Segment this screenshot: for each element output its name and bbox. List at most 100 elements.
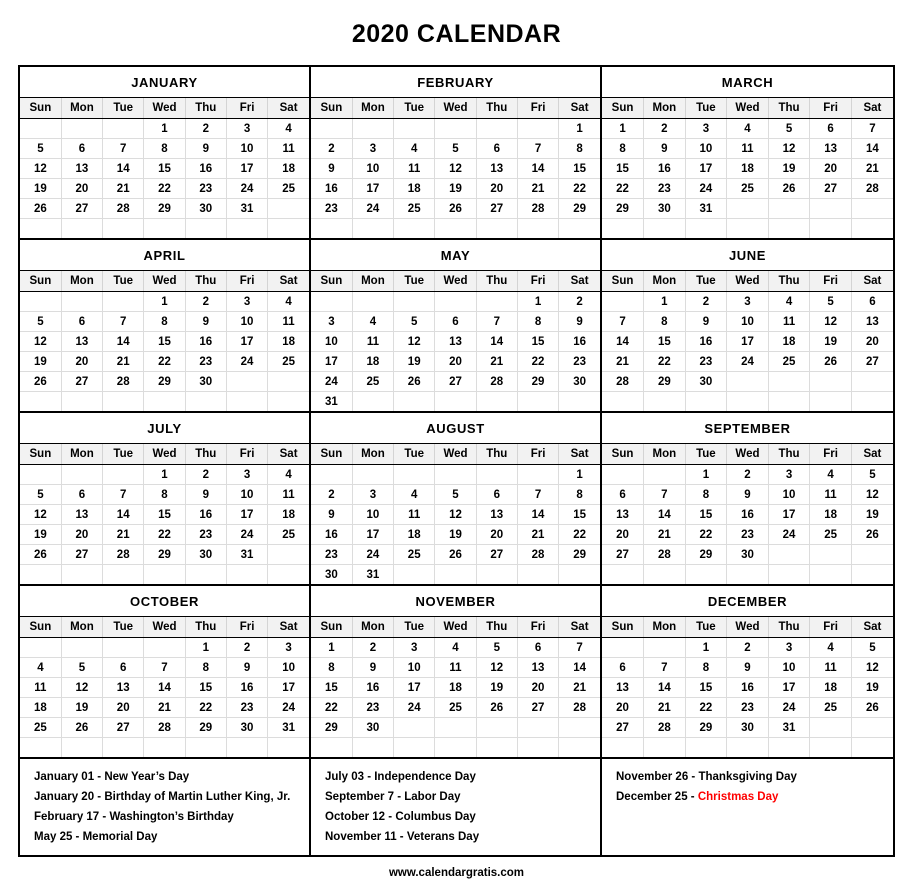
day-cell[interactable]: 17 <box>226 158 269 179</box>
day-cell[interactable]: 24 <box>768 697 811 718</box>
day-cell[interactable]: 20 <box>851 331 893 352</box>
day-cell[interactable]: 1 <box>602 118 645 139</box>
day-cell[interactable]: 29 <box>558 198 600 219</box>
day-cell[interactable]: 25 <box>267 524 309 545</box>
day-cell[interactable]: 23 <box>558 351 600 372</box>
day-cell[interactable]: 28 <box>102 544 145 565</box>
day-cell[interactable]: 31 <box>311 391 353 411</box>
day-cell[interactable]: 13 <box>102 677 145 698</box>
day-cell[interactable]: 29 <box>143 371 186 392</box>
day-cell[interactable]: 11 <box>726 138 769 159</box>
day-cell[interactable]: 17 <box>352 178 395 199</box>
day-cell[interactable]: 8 <box>143 138 186 159</box>
day-cell[interactable]: 26 <box>851 697 893 718</box>
day-cell[interactable]: 11 <box>393 158 436 179</box>
day-cell[interactable]: 15 <box>685 677 728 698</box>
day-cell[interactable]: 7 <box>851 118 893 139</box>
day-cell[interactable]: 8 <box>558 138 600 159</box>
day-cell[interactable]: 17 <box>685 158 728 179</box>
day-cell[interactable]: 24 <box>685 178 728 199</box>
day-cell[interactable]: 4 <box>20 657 62 678</box>
day-cell[interactable]: 30 <box>726 544 769 565</box>
day-cell[interactable]: 29 <box>643 371 686 392</box>
day-cell[interactable]: 6 <box>602 657 645 678</box>
day-cell[interactable]: 28 <box>476 371 518 392</box>
day-cell[interactable]: 13 <box>61 331 104 352</box>
day-cell[interactable]: 3 <box>726 291 769 312</box>
day-cell[interactable]: 15 <box>143 158 186 179</box>
day-cell[interactable]: 21 <box>517 178 560 199</box>
day-cell[interactable]: 6 <box>476 138 518 159</box>
day-cell[interactable]: 14 <box>476 331 518 352</box>
day-cell[interactable]: 27 <box>809 178 852 199</box>
day-cell[interactable]: 4 <box>809 637 852 658</box>
day-cell[interactable]: 28 <box>102 198 145 219</box>
day-cell[interactable]: 2 <box>558 291 600 312</box>
day-cell[interactable]: 21 <box>602 351 645 372</box>
day-cell[interactable]: 9 <box>685 311 728 332</box>
day-cell[interactable]: 16 <box>185 158 227 179</box>
day-cell[interactable]: 28 <box>558 697 600 718</box>
day-cell[interactable]: 29 <box>558 544 600 565</box>
day-cell[interactable]: 21 <box>102 351 145 372</box>
day-cell[interactable]: 22 <box>643 351 686 372</box>
day-cell[interactable]: 13 <box>476 158 518 179</box>
day-cell[interactable]: 20 <box>476 524 518 545</box>
day-cell[interactable]: 23 <box>726 524 769 545</box>
day-cell[interactable]: 3 <box>226 464 269 485</box>
day-cell[interactable]: 8 <box>185 657 227 678</box>
day-cell[interactable]: 27 <box>517 697 560 718</box>
day-cell[interactable]: 31 <box>267 717 309 738</box>
day-cell[interactable]: 5 <box>809 291 852 312</box>
day-cell[interactable]: 28 <box>643 717 686 738</box>
day-cell[interactable]: 1 <box>517 291 560 312</box>
day-cell[interactable]: 6 <box>102 657 145 678</box>
day-cell[interactable]: 14 <box>517 158 560 179</box>
day-cell[interactable]: 22 <box>558 524 600 545</box>
day-cell[interactable]: 25 <box>809 697 852 718</box>
day-cell[interactable]: 16 <box>185 331 227 352</box>
day-cell[interactable]: 11 <box>768 311 811 332</box>
day-cell[interactable]: 30 <box>726 717 769 738</box>
day-cell[interactable]: 6 <box>61 138 104 159</box>
day-cell[interactable]: 14 <box>643 504 686 525</box>
day-cell[interactable]: 21 <box>643 524 686 545</box>
day-cell[interactable]: 18 <box>393 178 436 199</box>
day-cell[interactable]: 23 <box>311 198 353 219</box>
day-cell[interactable]: 19 <box>434 178 477 199</box>
day-cell[interactable]: 2 <box>185 118 227 139</box>
day-cell[interactable]: 4 <box>434 637 477 658</box>
day-cell[interactable]: 4 <box>352 311 395 332</box>
day-cell[interactable]: 26 <box>809 351 852 372</box>
day-cell[interactable]: 27 <box>602 717 645 738</box>
day-cell[interactable]: 22 <box>685 697 728 718</box>
day-cell[interactable]: 19 <box>20 351 62 372</box>
day-cell[interactable]: 10 <box>768 484 811 505</box>
day-cell[interactable]: 9 <box>726 657 769 678</box>
day-cell[interactable]: 5 <box>434 484 477 505</box>
day-cell[interactable]: 18 <box>352 351 395 372</box>
day-cell[interactable]: 22 <box>143 524 186 545</box>
day-cell[interactable]: 9 <box>185 138 227 159</box>
day-cell[interactable]: 11 <box>352 331 395 352</box>
day-cell[interactable]: 9 <box>726 484 769 505</box>
day-cell[interactable]: 4 <box>267 464 309 485</box>
day-cell[interactable]: 3 <box>768 637 811 658</box>
day-cell[interactable]: 1 <box>143 118 186 139</box>
day-cell[interactable]: 23 <box>185 524 227 545</box>
day-cell[interactable]: 16 <box>726 677 769 698</box>
day-cell[interactable]: 10 <box>726 311 769 332</box>
day-cell[interactable]: 6 <box>476 484 518 505</box>
day-cell[interactable]: 25 <box>267 178 309 199</box>
day-cell[interactable]: 7 <box>143 657 186 678</box>
day-cell[interactable]: 4 <box>393 138 436 159</box>
day-cell[interactable]: 8 <box>143 484 186 505</box>
day-cell[interactable]: 25 <box>726 178 769 199</box>
day-cell[interactable]: 15 <box>685 504 728 525</box>
day-cell[interactable]: 5 <box>61 657 104 678</box>
day-cell[interactable]: 5 <box>393 311 436 332</box>
day-cell[interactable]: 6 <box>851 291 893 312</box>
day-cell[interactable]: 12 <box>20 331 62 352</box>
day-cell[interactable]: 28 <box>143 717 186 738</box>
day-cell[interactable]: 21 <box>143 697 186 718</box>
